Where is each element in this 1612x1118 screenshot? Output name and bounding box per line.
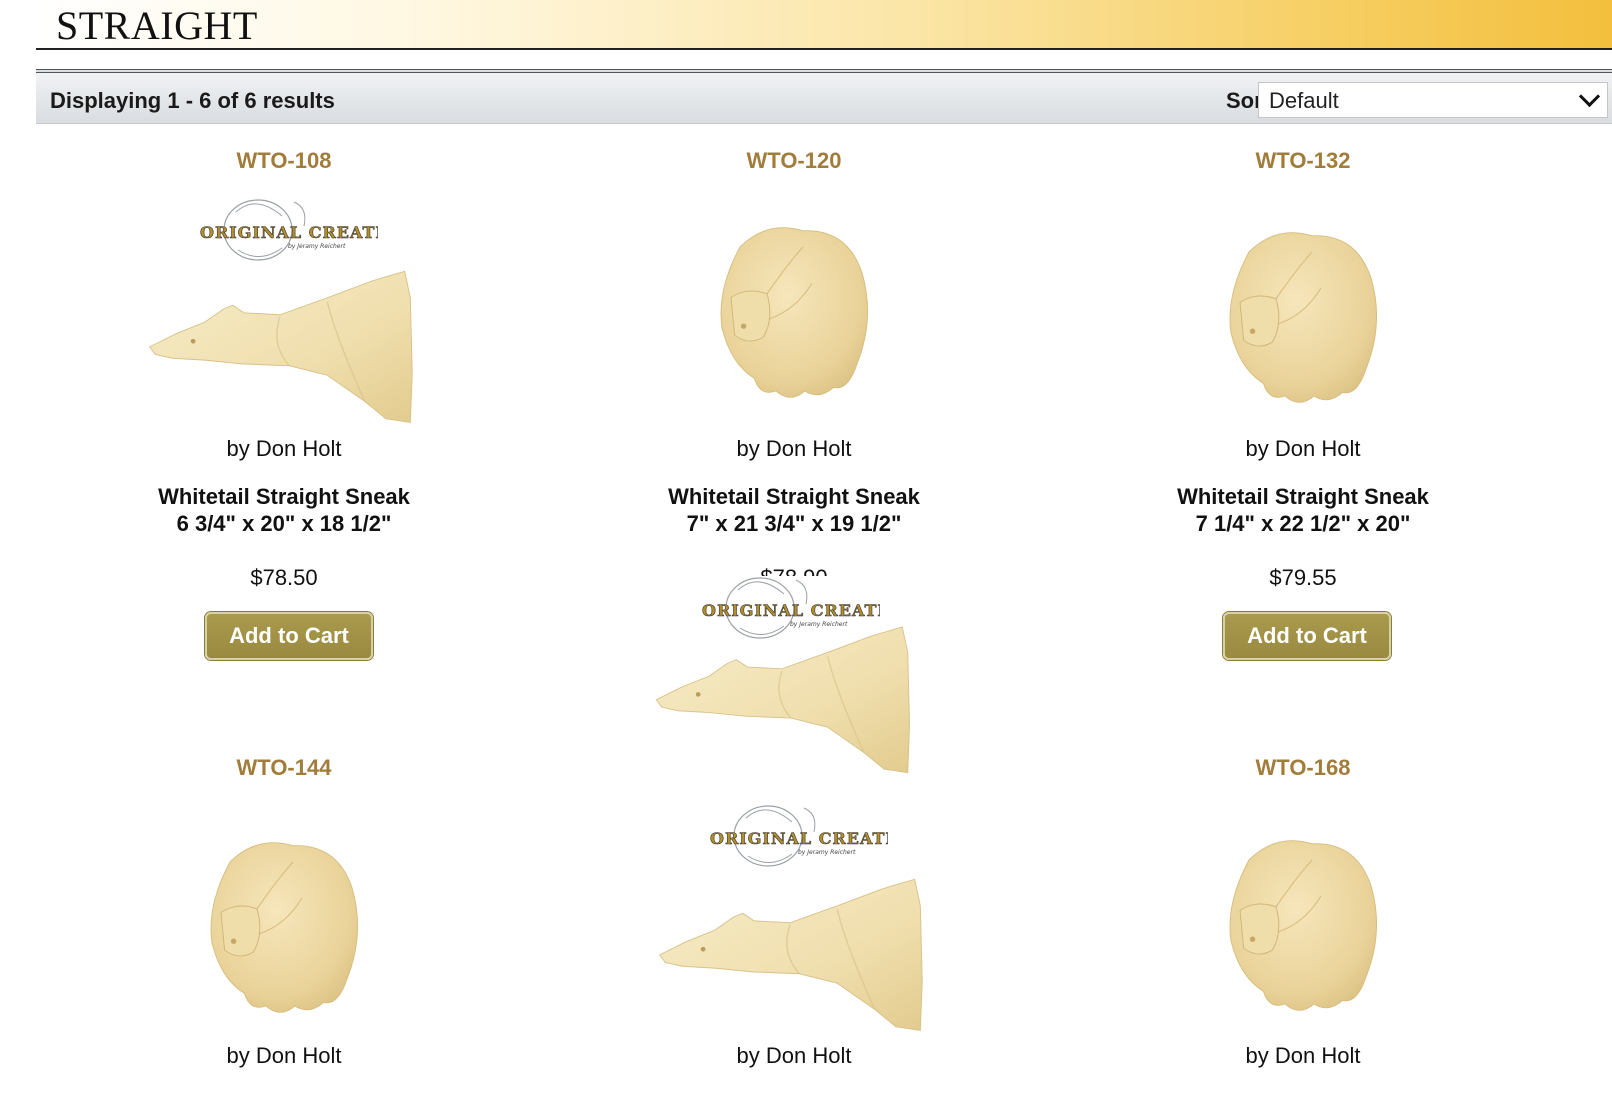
product-author: by Don Holt <box>226 1043 342 1068</box>
product-dimensions: 7" x 21 3/4" x 19 1/2" <box>686 511 902 536</box>
product-sku-link[interactable]: WTO-108 <box>124 148 444 174</box>
page-title: STRAIGHT <box>56 3 258 48</box>
product-author: by Don Holt <box>1245 436 1361 461</box>
product-name[interactable]: Whitetail Straight Sneak 7" x 21 3/4" x … <box>614 483 974 537</box>
results-count: Displaying 1 - 6 of 6 results <box>50 88 335 113</box>
product-author: by Don Holt <box>736 1043 852 1068</box>
add-to-cart-button[interactable]: Add to Cart <box>1223 612 1391 660</box>
image-zoom-overlay <box>632 576 952 786</box>
product-image[interactable] <box>638 186 950 436</box>
product-author: by Don Holt <box>736 436 852 461</box>
product-image[interactable] <box>128 792 440 1042</box>
product-author: by Don Holt <box>226 436 342 461</box>
product-title: Whitetail Straight Sneak <box>1177 484 1429 509</box>
product-author: by Don Holt <box>1245 1043 1361 1068</box>
product-price: $79.55 <box>1269 565 1337 590</box>
sort-select[interactable]: Default <box>1258 82 1608 118</box>
product-sku-link[interactable]: WTO-120 <box>634 148 954 174</box>
product-image[interactable] <box>1147 186 1459 436</box>
results-toolbar: Displaying 1 - 6 of 6 results Sort: Defa… <box>36 69 1612 124</box>
product-image[interactable] <box>1147 792 1459 1042</box>
product-image[interactable] <box>128 186 440 436</box>
product-title: Whitetail Straight Sneak <box>668 484 920 509</box>
product-sku-link[interactable]: WTO-144 <box>124 755 444 781</box>
product-dimensions: 7 1/4" x 22 1/2" x 20" <box>1195 511 1411 536</box>
product-sku-link[interactable]: WTO-132 <box>1143 148 1463 174</box>
product-sku-link[interactable]: WTO-168 <box>1143 755 1463 781</box>
add-to-cart-button[interactable]: Add to Cart <box>205 612 373 660</box>
product-price: $78.50 <box>250 565 318 590</box>
product-name[interactable]: Whitetail Straight Sneak 7 1/4" x 22 1/2… <box>1123 483 1483 537</box>
sort-selected-value: Default <box>1269 88 1339 113</box>
product-image[interactable] <box>638 792 950 1042</box>
chevron-down-icon[interactable] <box>1578 85 1601 108</box>
product-dimensions: 6 3/4" x 20" x 18 1/2" <box>176 511 392 536</box>
product-title: Whitetail Straight Sneak <box>158 484 410 509</box>
product-name[interactable]: Whitetail Straight Sneak 6 3/4" x 20" x … <box>104 483 464 537</box>
page-header: STRAIGHT <box>36 0 1612 50</box>
